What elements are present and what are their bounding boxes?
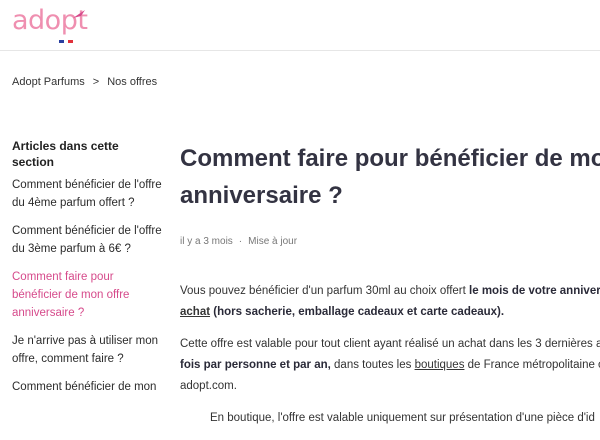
paragraph-2-mid: dans toutes les <box>330 359 415 371</box>
boutiques-link[interactable]: boutiques <box>415 359 465 371</box>
breadcrumb-item-nos-offres[interactable]: Nos offres <box>107 76 157 88</box>
paragraph-2-bold: fois par personne et par an, <box>180 359 331 371</box>
bird-icon <box>73 10 85 18</box>
sidebar-title: Articles dans cette section <box>12 139 119 169</box>
breadcrumb: Adopt Parfums > Nos offres <box>12 76 157 88</box>
sidebar: Articles dans cette section Comment béné… <box>12 138 162 406</box>
paragraph-2-last: adopt.com. <box>180 380 237 392</box>
meta-separator: · <box>238 236 243 247</box>
paragraph-2-text: Cette offre est valable pour tout client… <box>180 338 600 350</box>
article-body: Vous pouvez bénéficier d'un parfum 30ml … <box>180 281 600 429</box>
article-title-line1: Comment faire pour bénéficier de mon <box>180 145 600 172</box>
meta-time: il y a 3 mois <box>180 236 233 247</box>
achat-link[interactable]: achat <box>180 306 210 318</box>
adopt-logo[interactable]: adopt <box>12 6 92 46</box>
article: Comment faire pour bénéficier de mon ann… <box>180 140 600 440</box>
paragraph-1-bold-end: (hors sacherie, emballage cadeaux et car… <box>210 306 505 318</box>
paragraph-1-bold: le mois de votre annivers <box>469 285 600 297</box>
paragraph-2: Cette offre est valable pour tout client… <box>180 334 600 397</box>
sidebar-item-offre-anniversaire[interactable]: Comment faire pour bénéficier de mon off… <box>12 268 162 322</box>
article-title: Comment faire pour bénéficier de mon ann… <box>180 140 600 214</box>
meta-updated: Mise à jour <box>248 236 298 247</box>
sidebar-item-beneficier[interactable]: Comment bénéficier de mon <box>12 378 162 396</box>
article-meta: il y a 3 mois · Mise à jour <box>180 236 600 247</box>
breadcrumb-separator: > <box>92 76 100 88</box>
sidebar-item-3eme-parfum[interactable]: Comment bénéficier de l'offre du 3ème pa… <box>12 222 162 258</box>
article-title-line2: anniversaire ? <box>180 182 343 209</box>
paragraph-3: En boutique, l'offre est valable uniquem… <box>210 412 595 424</box>
site-header: adopt <box>0 0 600 51</box>
breadcrumb-item-adopt-parfums[interactable]: Adopt Parfums <box>12 76 85 88</box>
sidebar-item-utiliser-offre[interactable]: Je n'arrive pas à utiliser mon offre, co… <box>12 332 162 368</box>
paragraph-1: Vous pouvez bénéficier d'un parfum 30ml … <box>180 281 600 323</box>
french-flag-icon <box>59 40 74 43</box>
paragraph-1-text: Vous pouvez bénéficier d'un parfum 30ml … <box>180 285 470 297</box>
sidebar-item-4eme-parfum[interactable]: Comment bénéficier de l'offre du 4ème pa… <box>12 176 162 212</box>
paragraph-2-end: de France métropolitaine ou <box>464 359 600 371</box>
